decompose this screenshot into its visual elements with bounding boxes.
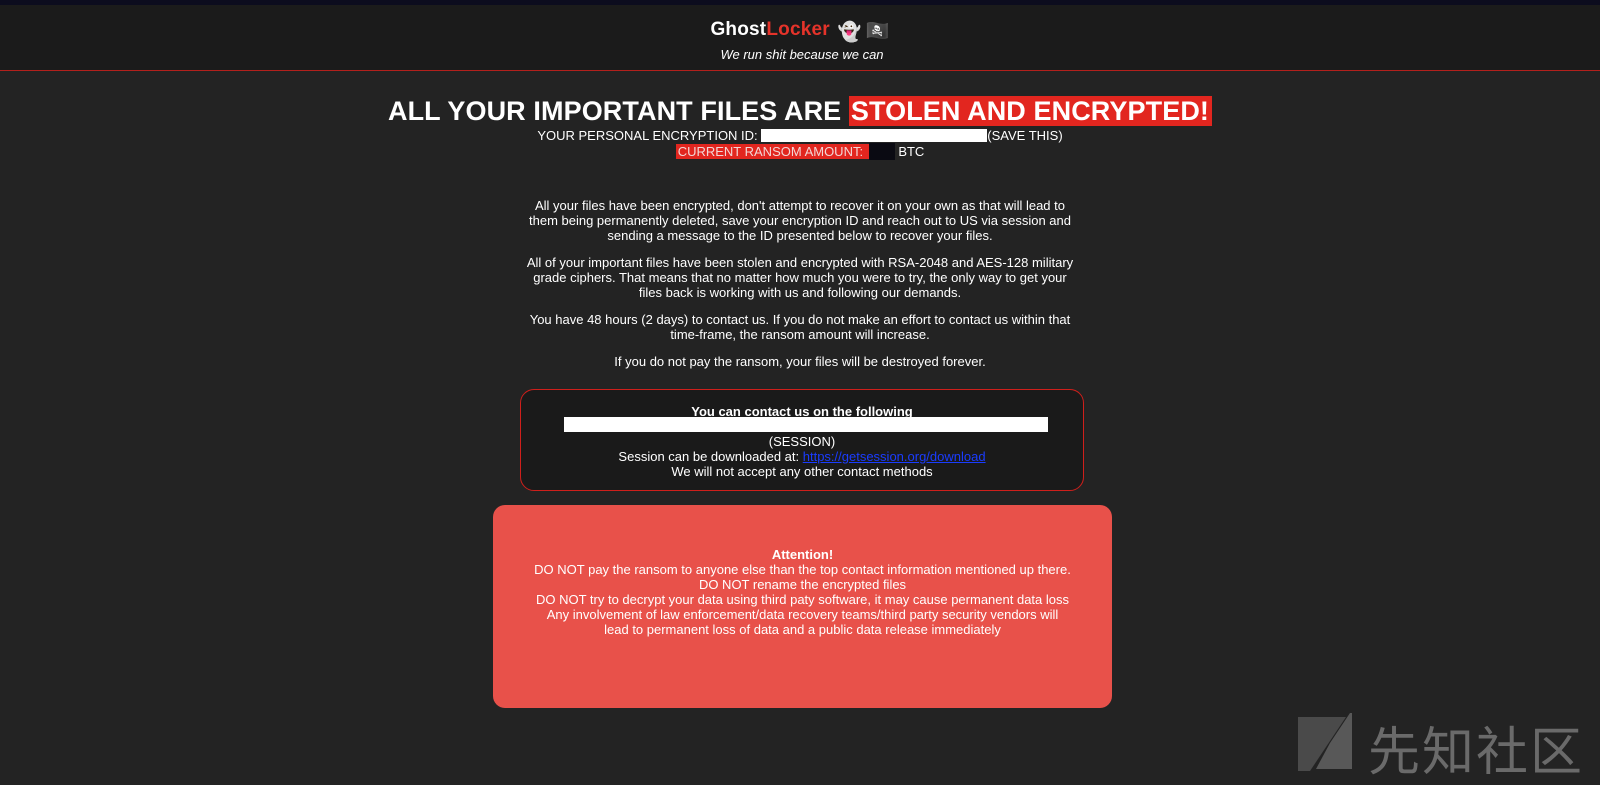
- download-line: Session can be downloaded at: https://ge…: [521, 449, 1083, 464]
- download-prefix: Session can be downloaded at:: [618, 449, 803, 464]
- attention-title: Attention!: [771, 547, 834, 562]
- attention-content: Attention! DO NOT pay the ransom to anyo…: [533, 547, 1072, 637]
- session-download-link[interactable]: https://getsession.org/download: [803, 449, 986, 464]
- ransom-message: All your files have been encrypted, don'…: [520, 198, 1080, 381]
- brand-name-ghost: Ghost: [710, 19, 767, 40]
- session-label: (SESSION): [768, 434, 836, 449]
- ransom-amount-redacted: [868, 143, 895, 160]
- page-headline: ALL YOUR IMPORTANT FILES ARE STOLEN AND …: [0, 96, 1600, 127]
- encryption-id-redacted: [761, 129, 988, 142]
- brand-tagline: We run shit because we can: [720, 47, 884, 62]
- session-id-redacted: [564, 417, 1048, 432]
- contact-footer: We will not accept any other contact met…: [671, 464, 933, 479]
- pirate-flag-icon: 🏴‍☠️: [865, 21, 890, 42]
- encryption-id-note: (SAVE THIS): [987, 128, 1063, 143]
- ransom-amount-line: CURRENT RANSOM AMOUNT: BTC: [0, 143, 1600, 160]
- ransom-currency: BTC: [898, 144, 925, 159]
- page-header: GhostLocker 👻 🏴‍☠️ We run shit because we …: [0, 5, 1600, 71]
- headline-highlight: STOLEN AND ENCRYPTED!: [848, 96, 1213, 126]
- attention-line: DO NOT try to decrypt your data using th…: [536, 592, 1069, 607]
- attention-line: DO NOT rename the encrypted files: [698, 577, 907, 592]
- contact-box: You can contact us on the following (SES…: [520, 389, 1084, 491]
- message-paragraph: All of your important files have been st…: [526, 255, 1074, 300]
- encryption-id-label: YOUR PERSONAL ENCRYPTION ID:: [537, 128, 762, 143]
- watermark: 先知社区: [1296, 706, 1586, 783]
- message-paragraph: All your files have been encrypted, don'…: [529, 198, 1071, 243]
- watermark-logo-icon: [1298, 713, 1352, 771]
- watermark-text: 先知社区: [1368, 723, 1585, 783]
- brand-logo: GhostLocker 👻 🏴‍☠️: [0, 19, 1600, 44]
- brand-name-locker: Locker: [766, 19, 830, 40]
- message-paragraph: You have 48 hours (2 days) to contact us…: [529, 312, 1071, 342]
- encryption-id-line: YOUR PERSONAL ENCRYPTION ID: (SAVE THIS): [0, 128, 1600, 143]
- headline-plain: ALL YOUR IMPORTANT FILES ARE: [387, 96, 849, 126]
- ghost-icon: 👻: [837, 22, 862, 43]
- attention-line: Any involvement of law enforcement/data …: [546, 607, 1059, 637]
- attention-line: DO NOT pay the ransom to anyone else tha…: [534, 562, 1071, 577]
- contact-details: (SESSION) Session can be downloaded at: …: [521, 434, 1083, 479]
- ransom-amount-label: CURRENT RANSOM AMOUNT:: [675, 144, 869, 159]
- attention-box: Attention! DO NOT pay the ransom to anyo…: [493, 505, 1112, 708]
- message-paragraph: If you do not pay the ransom, your files…: [614, 354, 986, 369]
